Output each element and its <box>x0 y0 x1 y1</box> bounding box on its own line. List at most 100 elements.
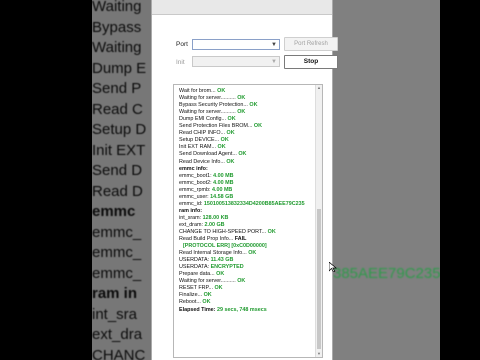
log-line: Finalize... OK <box>179 292 315 299</box>
log-line: CHANGE TO HIGH-SPEED PORT... OK <box>179 229 315 236</box>
scroll-thumb[interactable] <box>317 209 321 349</box>
log-line-text: CHANGE TO HIGH-SPEED PORT... <box>179 228 267 235</box>
log-key: int_sram: <box>179 214 202 221</box>
log-line-text: Send Download Agent... <box>179 151 237 158</box>
protocol-error-line: [PROTOCOL ERR] [0xC0D00000] <box>183 243 267 250</box>
background-log-line: Read D <box>92 182 143 200</box>
scroll-up-icon[interactable]: ▲ <box>316 85 322 91</box>
background-log-line: emmc_ <box>92 223 142 241</box>
log-status: OK <box>248 250 257 257</box>
emmc-info-header: emmc info: <box>179 165 208 172</box>
log-line: Send Protection Files BROM... OK <box>179 123 315 130</box>
log-info-line: ext_dram: 2.00 GB <box>179 222 315 229</box>
log-status: OK <box>214 285 223 292</box>
log-line-text: Waiting for server.......... <box>179 278 236 285</box>
log-line-text: Read Build Prop Info... <box>179 236 234 243</box>
log-line: Setup DEVICE... OK <box>179 137 315 144</box>
elapsed-time-line: Elapsed Time: 29 secs, 748 msecs <box>179 307 315 314</box>
log-status: OK <box>220 137 229 144</box>
log-info-line: USERDATA: ENCRYPTED <box>179 264 315 271</box>
background-emmc-id-fragment: 385AEE79C235 <box>333 265 441 282</box>
log-line: Dump EMI Config... OK <box>179 116 315 123</box>
log-line-text: Prepare data... <box>179 271 215 278</box>
background-log-line: emmc <box>92 203 136 220</box>
log-line-text: Waiting for server.......... <box>179 95 236 102</box>
log-line: Wait for brom... OK <box>179 88 315 95</box>
log-line-text: Bypass Security Protection... <box>179 102 248 109</box>
log-line: Read Device Info... OK <box>179 159 315 166</box>
log-info-line: emmc_boot1: 4.00 MB <box>179 173 315 180</box>
log-line: Bypass Security Protection... OK <box>179 102 315 109</box>
background-log-line: Bypass <box>92 18 142 36</box>
log-value: 11.43 GB <box>210 257 234 264</box>
log-scrollbar[interactable]: ▲ ▼ <box>315 85 322 357</box>
log-status: FAIL <box>234 236 247 243</box>
log-line: Read Build Prop Info... FAIL <box>179 236 315 243</box>
log-line-text: Read Internal Storage Info... <box>179 250 247 257</box>
log-key: emmc_rpmb: <box>179 186 211 193</box>
log-line: Reboot... OK <box>179 299 315 306</box>
log-content: Wait for brom... OK Waiting for server...… <box>179 85 315 314</box>
log-line: Waiting for server.......... OK <box>179 95 315 102</box>
log-key: emmc_boot2: <box>179 179 212 186</box>
log-output[interactable]: Wait for brom... OK Waiting for server...… <box>173 84 323 358</box>
background-log-line: emmc_ <box>92 264 142 282</box>
log-status: OK <box>226 130 235 137</box>
log-status: OK <box>238 151 247 158</box>
log-info-line: emmc_id: 150100513832334D4200B85AEE79C23… <box>179 201 315 208</box>
letterbox-left <box>0 0 92 360</box>
log-line-text: Send Protection Files BROM... <box>179 123 253 130</box>
log-key: emmc_id: <box>179 200 203 207</box>
log-value: 2.00 GB <box>204 221 225 228</box>
log-status: OK <box>217 144 226 151</box>
log-line-text: Read Device Info... <box>179 158 225 165</box>
log-info-line: int_sram: 128.00 KB <box>179 215 315 222</box>
background-log-line: ext_dra <box>92 326 143 343</box>
log-status: OK <box>216 271 225 278</box>
letterbox-right <box>440 0 480 360</box>
background-log-line: ram in <box>92 285 138 302</box>
init-select[interactable]: ▼ <box>192 56 280 67</box>
stop-button[interactable]: Stop <box>284 55 338 69</box>
log-info-line: emmc_boot2: 4.00 MB <box>179 180 315 187</box>
port-select[interactable]: ▼ <box>192 39 280 50</box>
elapsed-time-label: Elapsed Time: <box>179 306 216 313</box>
background-log-line: CHANC <box>92 346 146 360</box>
background-log-line: Send D <box>92 162 143 179</box>
log-key: emmc_user: <box>179 193 209 200</box>
log-line: Read CHIP INFO... OK <box>179 130 315 137</box>
log-line-text: Waiting for server.......... <box>179 109 236 116</box>
log-line: Waiting for server.......... OK <box>179 278 315 285</box>
log-line-text: Reboot... <box>179 299 201 306</box>
log-status: OK <box>237 278 246 285</box>
log-value: 4.00 MB <box>211 186 233 193</box>
tool-window: Port ▼ Port Refresh Init ▼ Stop Wait for… <box>151 0 338 360</box>
log-value: 4.00 MB <box>213 172 234 179</box>
log-line-text: Wait for brom... <box>179 88 216 95</box>
log-line-text: RESET FRP... <box>179 285 213 292</box>
port-refresh-button[interactable]: Port Refresh <box>284 37 338 51</box>
log-line-text: Read CHIP INFO... <box>179 130 226 137</box>
scroll-down-icon[interactable]: ▼ <box>316 351 322 357</box>
log-status: OK <box>203 292 212 299</box>
log-status: OK <box>217 88 226 95</box>
log-status: OK <box>249 102 258 109</box>
log-line: Waiting for server.......... OK <box>179 109 315 116</box>
log-line-text: Finalize... <box>179 292 203 299</box>
log-status: OK <box>227 116 236 123</box>
background-log-line: int_sra <box>92 305 138 323</box>
background-log-line: Waiting <box>92 0 142 15</box>
log-info-line: USERDATA: 11.43 GB <box>179 257 315 264</box>
log-value: 128.00 KB <box>202 214 229 221</box>
log-line: Init EXT RAM... OK <box>179 144 315 151</box>
log-status: OK <box>237 109 246 116</box>
log-info-line: emmc_rpmb: 4.00 MB <box>179 187 315 194</box>
log-line-text: Setup DEVICE... <box>179 137 220 144</box>
chevron-down-icon: ▼ <box>271 59 277 65</box>
init-label: Init <box>176 59 185 66</box>
log-key: emmc_boot1: <box>179 172 212 179</box>
log-key: ext_dram: <box>179 221 203 228</box>
background-log-line: Setup D <box>92 121 147 138</box>
window-top-strip <box>152 0 332 15</box>
log-line: RESET FRP... OK <box>179 285 315 292</box>
